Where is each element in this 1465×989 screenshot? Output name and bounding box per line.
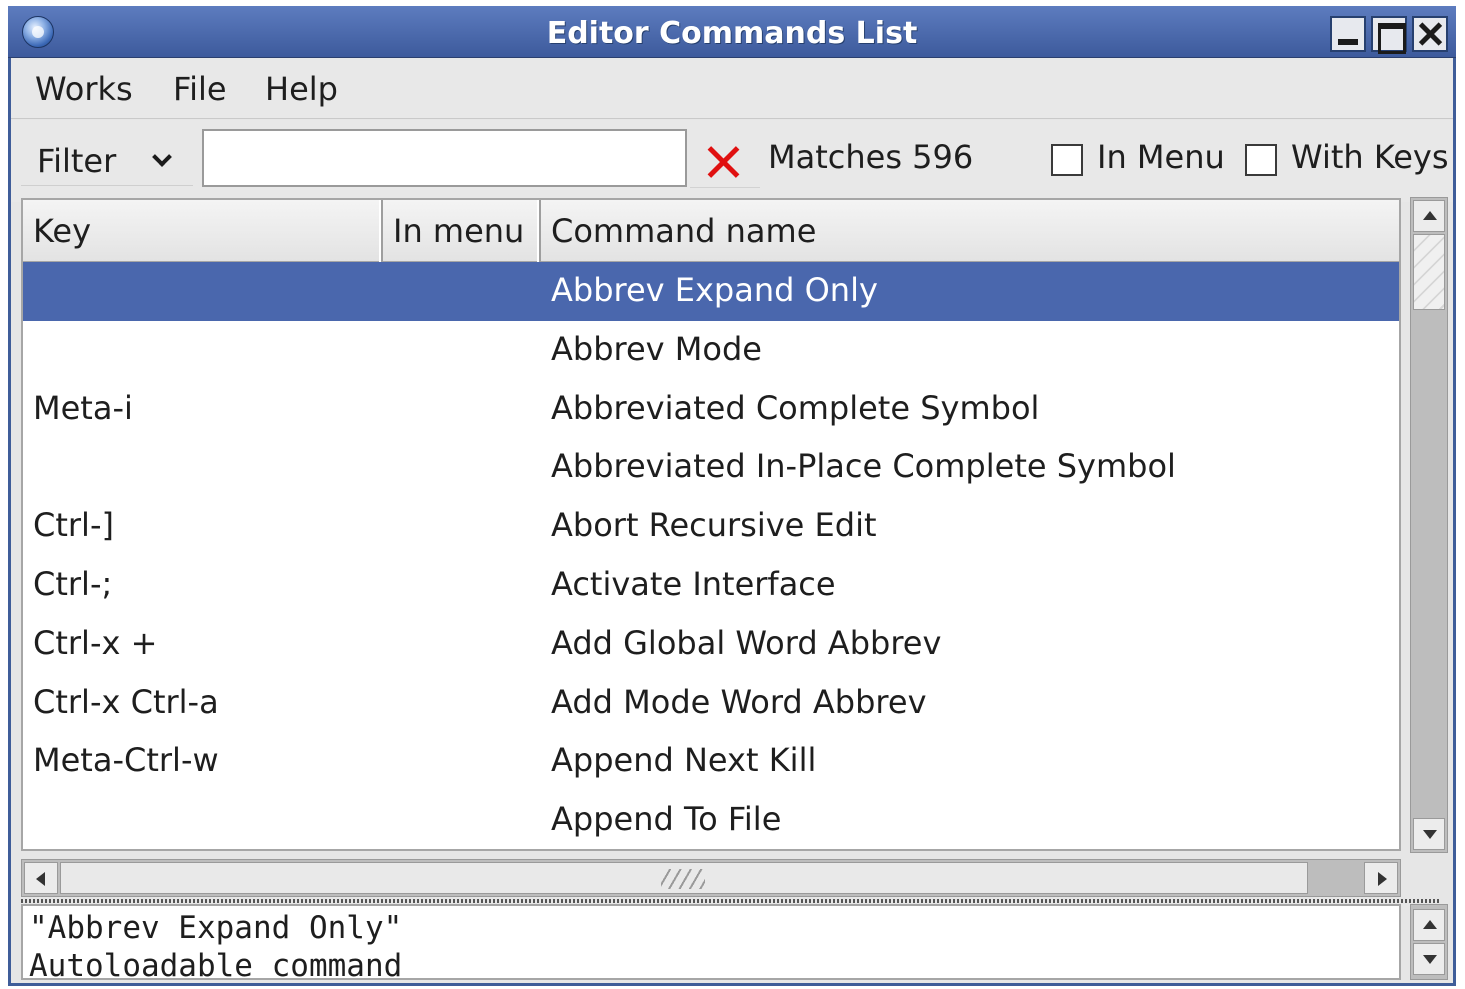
key-cell: Meta-i bbox=[33, 388, 133, 427]
arrow-right-icon bbox=[1378, 872, 1387, 886]
command-name-cell: Add Mode Word Abbrev bbox=[551, 682, 927, 721]
menu-bar: Works File Help bbox=[11, 58, 1453, 119]
command-name-cell: Abbreviated In-Place Complete Symbol bbox=[551, 447, 1176, 486]
table-body: Abbrev Expand Only Abbrev Mode Meta-i Abbre… bbox=[23, 262, 1399, 849]
maximize-button[interactable] bbox=[1371, 16, 1407, 54]
with-keys-checkbox[interactable] bbox=[1245, 144, 1277, 176]
command-name-cell: Abbreviated Complete Symbol bbox=[551, 388, 1040, 427]
pane-splitter[interactable] bbox=[21, 899, 1441, 903]
horizontal-scroll-thumb[interactable] bbox=[60, 862, 1308, 894]
key-cell: Meta-Ctrl-w bbox=[33, 741, 219, 780]
filter-bar: Filter Matches 596 In Menu With Keys bbox=[11, 120, 1453, 202]
info-vertical-scrollbar[interactable] bbox=[1410, 904, 1448, 980]
command-name-cell: Activate Interface bbox=[551, 564, 836, 603]
table-row[interactable]: Abbrev Mode bbox=[23, 321, 1399, 380]
arrow-down-icon bbox=[1423, 830, 1437, 839]
table-row[interactable]: Ctrl-x Ctrl-a Add Mode Word Abbrev bbox=[23, 674, 1399, 733]
menu-works[interactable]: Works bbox=[35, 70, 133, 108]
vertical-scroll-thumb[interactable] bbox=[1413, 234, 1445, 310]
table-row[interactable]: Meta-i Abbreviated Complete Symbol bbox=[23, 380, 1399, 439]
in-menu-checkbox[interactable] bbox=[1051, 144, 1083, 176]
column-header-command-name[interactable]: Command name bbox=[541, 200, 1399, 262]
table-row[interactable]: Abbrev Expand Only bbox=[23, 262, 1399, 321]
info-scroll-down-button[interactable] bbox=[1413, 943, 1445, 975]
arrow-up-icon bbox=[1423, 920, 1437, 929]
info-line-type: Autoloadable command bbox=[29, 948, 403, 980]
command-name-cell: Add Global Word Abbrev bbox=[551, 623, 942, 662]
info-line-command: "Abbrev Expand Only" bbox=[29, 910, 403, 946]
arrow-up-icon bbox=[1423, 211, 1437, 220]
matches-count: Matches 596 bbox=[768, 138, 974, 176]
column-header-key[interactable]: Key bbox=[23, 200, 383, 262]
table-row[interactable]: Ctrl-] Abort Recursive Edit bbox=[23, 497, 1399, 556]
commands-table: Key In menu Command name Abbrev Expand O… bbox=[21, 198, 1401, 851]
filter-input[interactable] bbox=[202, 129, 687, 187]
title-bar[interactable]: Editor Commands List bbox=[8, 6, 1456, 58]
in-menu-label[interactable]: In Menu bbox=[1097, 138, 1225, 176]
column-header-in-menu[interactable]: In menu bbox=[383, 200, 541, 262]
arrow-down-icon bbox=[1423, 955, 1437, 964]
key-cell: Ctrl-; bbox=[33, 564, 113, 603]
with-keys-label[interactable]: With Keys bbox=[1291, 138, 1449, 176]
close-window-button[interactable] bbox=[1412, 16, 1448, 52]
scroll-down-button[interactable] bbox=[1413, 818, 1445, 850]
menu-file[interactable]: File bbox=[173, 70, 227, 108]
command-name-cell: Abort Recursive Edit bbox=[551, 506, 877, 545]
minimize-button[interactable] bbox=[1330, 16, 1366, 52]
command-name-cell: Abbrev Expand Only bbox=[551, 271, 878, 309]
table-row[interactable]: Meta-Ctrl-w Append Next Kill bbox=[23, 732, 1399, 791]
scroll-right-button[interactable] bbox=[1364, 862, 1398, 894]
table-header: Key In menu Command name bbox=[23, 200, 1399, 262]
arrow-left-icon bbox=[36, 872, 45, 886]
table-horizontal-scrollbar[interactable] bbox=[21, 859, 1401, 897]
command-name-cell: Append Next Kill bbox=[551, 741, 817, 780]
filter-label: Filter bbox=[37, 142, 117, 180]
key-cell: Ctrl-] bbox=[33, 506, 114, 545]
chevron-down-icon bbox=[152, 147, 172, 167]
table-row[interactable]: Append To File bbox=[23, 791, 1399, 849]
clear-filter-button[interactable] bbox=[690, 132, 760, 188]
command-name-cell: Append To File bbox=[551, 800, 782, 839]
grip-icon bbox=[661, 869, 705, 889]
table-row[interactable]: Ctrl-; Activate Interface bbox=[23, 556, 1399, 615]
info-scroll-up-button[interactable] bbox=[1413, 909, 1445, 941]
table-row[interactable]: Abbreviated In-Place Complete Symbol bbox=[23, 438, 1399, 497]
menu-help[interactable]: Help bbox=[265, 70, 338, 108]
scroll-up-button[interactable] bbox=[1413, 200, 1445, 232]
table-row[interactable]: Ctrl-x + Add Global Word Abbrev bbox=[23, 615, 1399, 674]
key-cell: Ctrl-x Ctrl-a bbox=[33, 682, 219, 721]
command-info-area[interactable]: "Abbrev Expand Only" Autoloadable comman… bbox=[21, 904, 1401, 980]
scroll-left-button[interactable] bbox=[24, 862, 58, 894]
window-title: Editor Commands List bbox=[546, 16, 918, 51]
command-name-cell: Abbrev Mode bbox=[551, 329, 762, 368]
key-cell: Ctrl-x + bbox=[33, 623, 158, 662]
filter-dropdown[interactable]: Filter bbox=[21, 126, 193, 186]
table-vertical-scrollbar[interactable] bbox=[1410, 197, 1448, 853]
